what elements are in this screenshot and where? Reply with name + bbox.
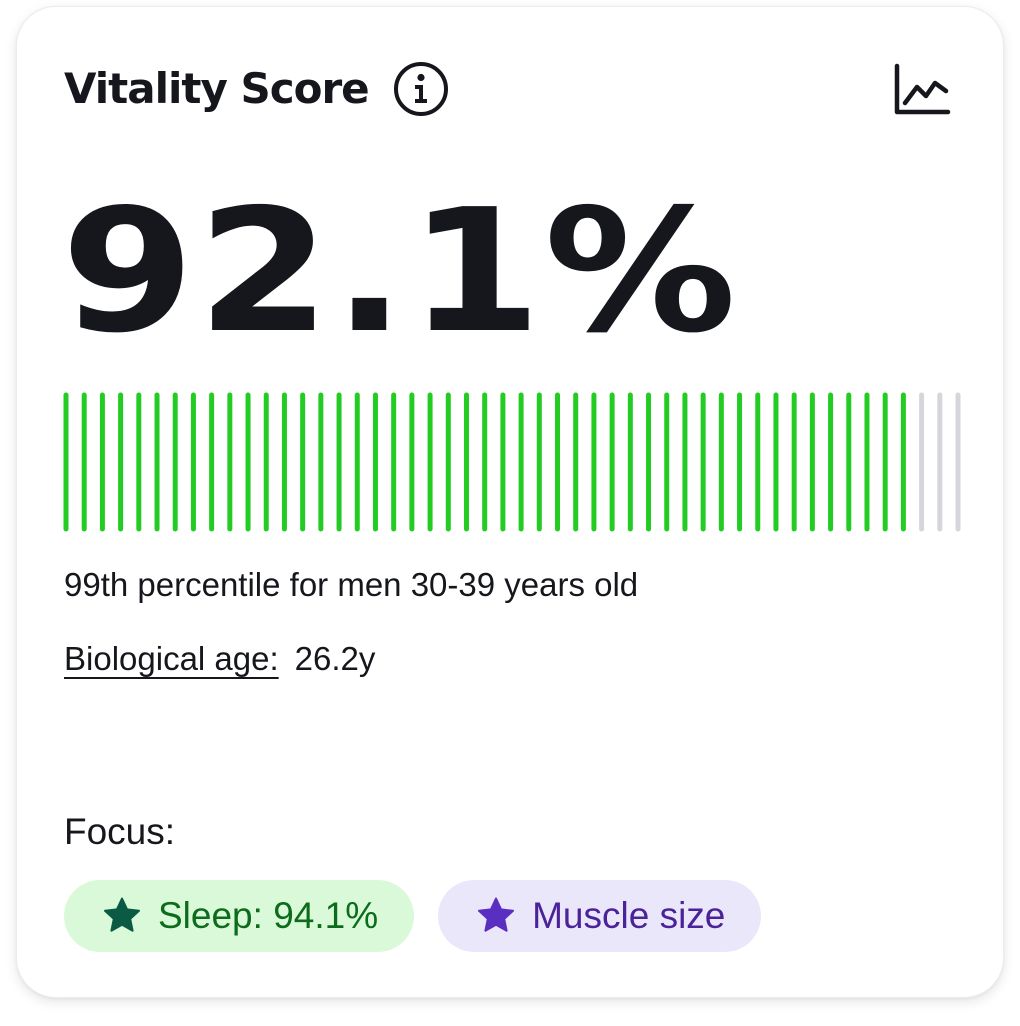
star-icon xyxy=(102,896,142,936)
focus-chip-muscle-size[interactable]: Muscle size xyxy=(438,880,762,952)
biological-age-value: 26.2y xyxy=(294,640,376,677)
percentile-text: 99th percentile for men 30-39 years old xyxy=(64,566,639,603)
focus-chip-label: Sleep: 94.1% xyxy=(158,895,379,936)
card-title: Vitality Score xyxy=(64,64,370,113)
star-icon xyxy=(476,896,516,936)
focus-chip-label: Muscle size xyxy=(532,895,726,936)
info-icon[interactable] xyxy=(393,61,449,117)
focus-chip-sleep[interactable]: Sleep: 94.1% xyxy=(64,880,415,952)
vitality-score-value: 92.1% xyxy=(61,173,739,371)
focus-chips: Sleep: 94.1% Muscle size xyxy=(64,880,785,952)
card-header: Vitality Score xyxy=(64,61,449,117)
score-progress-bar xyxy=(63,392,961,532)
vitality-score-card: Vitality Score 92.1% 99th percentile for… xyxy=(16,6,1004,998)
line-chart-icon[interactable] xyxy=(889,59,955,121)
biological-age-row: Biological age: 26.2y xyxy=(64,637,375,681)
biological-age-link[interactable]: Biological age: xyxy=(64,637,279,681)
focus-label: Focus: xyxy=(64,811,176,852)
